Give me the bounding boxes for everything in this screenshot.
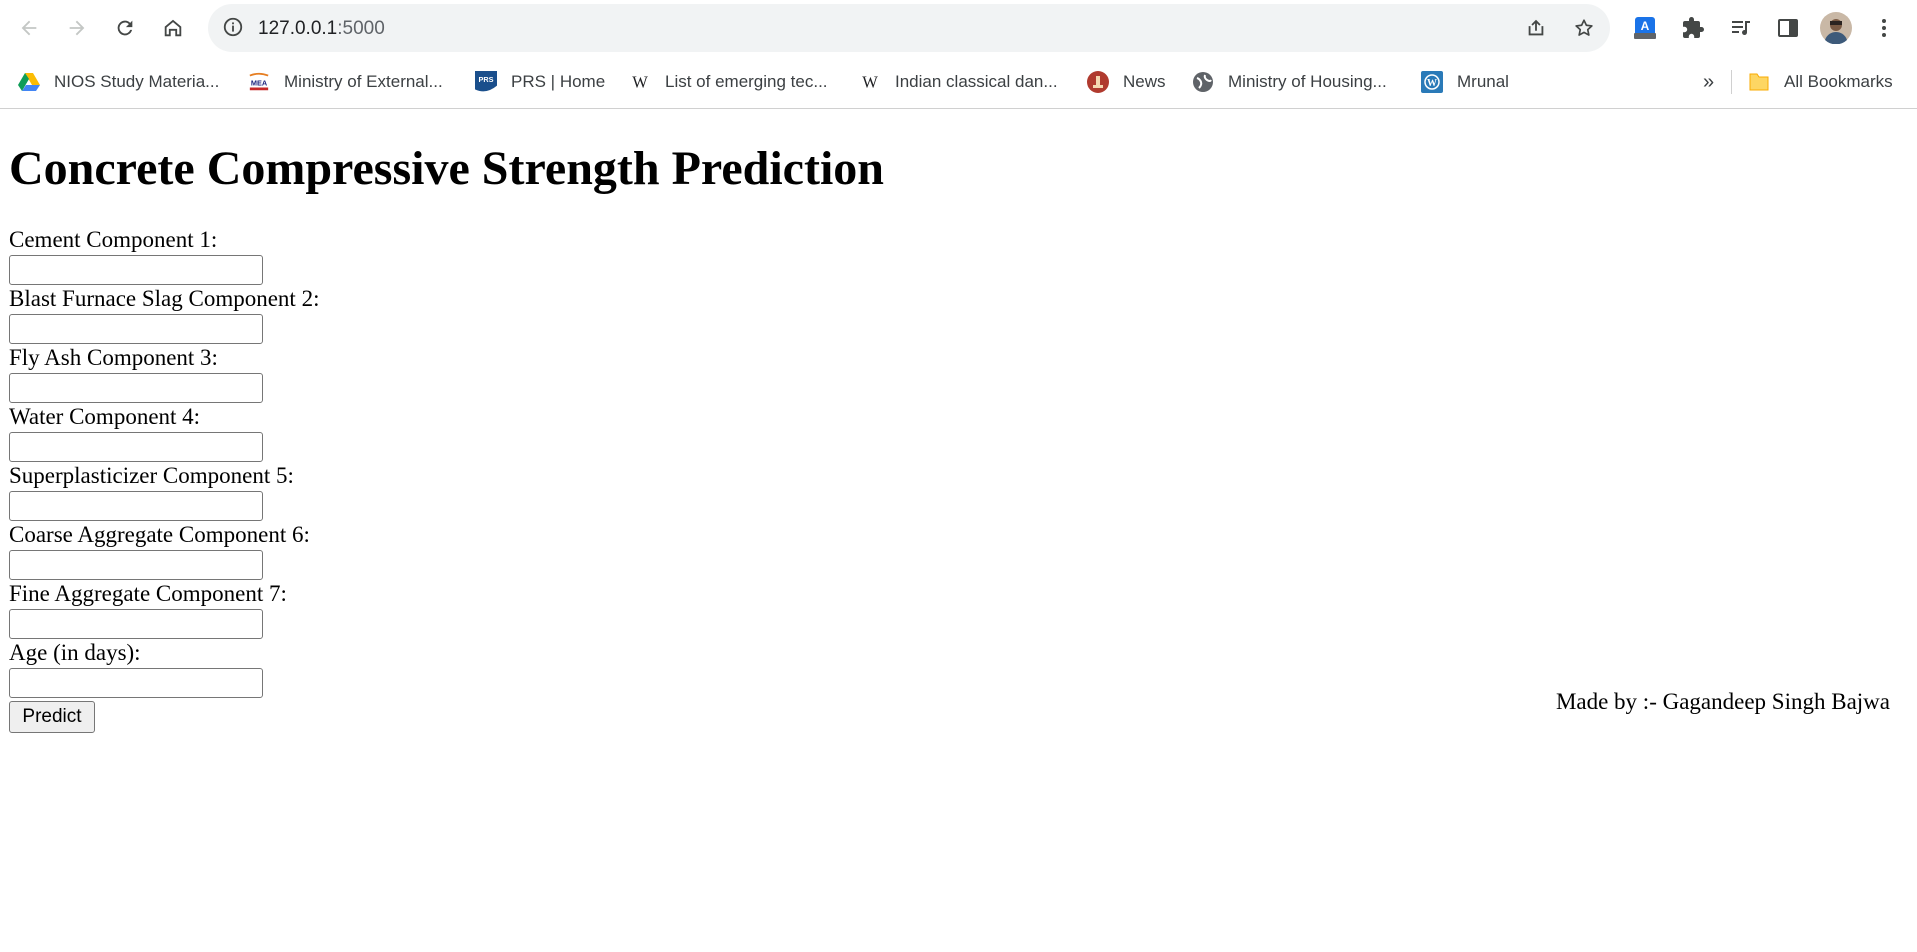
globe-icon xyxy=(1192,71,1214,93)
bookmark-news[interactable]: News xyxy=(1087,68,1166,96)
cement-input[interactable] xyxy=(9,255,263,285)
bookmark-label: List of emerging tec... xyxy=(665,72,828,91)
bookmark-label: Mrunal xyxy=(1457,72,1509,91)
age-label: Age (in days): xyxy=(9,640,141,665)
coarse-aggregate-label: Coarse Aggregate Component 6: xyxy=(9,522,310,547)
bookmark-mrunal[interactable]: W Mrunal xyxy=(1421,68,1509,96)
url-port: :5000 xyxy=(337,18,385,39)
extensions-puzzle-icon[interactable] xyxy=(1679,14,1707,42)
back-button[interactable] xyxy=(11,10,47,46)
mea-icon: MEA xyxy=(248,71,270,93)
profile-avatar[interactable] xyxy=(1820,12,1852,44)
bookmarks-divider xyxy=(1731,70,1732,94)
fine-aggregate-label: Fine Aggregate Component 7: xyxy=(9,581,287,606)
wikipedia-icon: W xyxy=(629,71,651,93)
svg-text:A: A xyxy=(1641,19,1650,33)
bookmark-label: NIOS Study Materia... xyxy=(54,72,220,91)
forward-button[interactable] xyxy=(59,10,95,46)
google-drive-icon xyxy=(18,71,40,93)
bookmark-star-icon[interactable] xyxy=(1572,16,1596,40)
bookmarks-bar: NIOS Study Materia... MEA Ministry of Ex… xyxy=(0,56,1917,109)
svg-text:MEA: MEA xyxy=(251,79,268,88)
reload-button[interactable] xyxy=(107,10,143,46)
wikipedia-icon: W xyxy=(859,71,881,93)
bookmark-label: PRS | Home xyxy=(511,72,606,91)
author-credit: Made by :- Gagandeep Singh Bajwa xyxy=(1555,689,1890,714)
page-title: Concrete Compressive Strength Prediction xyxy=(9,142,884,195)
bookmark-housing[interactable]: Ministry of Housing... xyxy=(1192,68,1387,96)
bookmark-nios[interactable]: NIOS Study Materia... xyxy=(18,68,219,96)
fine-aggregate-input[interactable] xyxy=(9,609,263,639)
all-bookmarks-label: All Bookmarks xyxy=(1784,72,1893,91)
share-icon[interactable] xyxy=(1524,16,1548,40)
address-bar[interactable]: 127.0.0.1:5000 xyxy=(208,4,1610,52)
bookmark-mea[interactable]: MEA Ministry of External... xyxy=(248,68,443,96)
wordpress-icon: W xyxy=(1421,71,1443,93)
bookmark-label: News xyxy=(1123,72,1166,91)
bookmark-label: Ministry of External... xyxy=(284,72,443,91)
folder-icon xyxy=(1748,71,1770,93)
browser-toolbar: 127.0.0.1:5000 A xyxy=(0,0,1917,56)
news-emblem-icon xyxy=(1087,71,1109,93)
overflow-chevron-icon: » xyxy=(1703,70,1715,93)
home-button[interactable] xyxy=(155,10,191,46)
translate-extension-icon[interactable]: A xyxy=(1631,14,1659,42)
superplasticizer-label: Superplasticizer Component 5: xyxy=(9,463,294,488)
prs-icon: PRS xyxy=(475,71,497,93)
reload-icon xyxy=(117,20,133,36)
svg-text:W: W xyxy=(1427,78,1437,89)
cement-label: Cement Component 1: xyxy=(9,227,218,252)
coarse-aggregate-input[interactable] xyxy=(9,550,263,580)
svg-text:W: W xyxy=(862,73,878,92)
blast-furnace-slag-input[interactable] xyxy=(9,314,263,344)
arrow-left-icon xyxy=(21,20,37,36)
side-panel-icon[interactable] xyxy=(1774,14,1802,42)
media-queue-icon[interactable] xyxy=(1727,14,1755,42)
svg-text:W: W xyxy=(632,73,648,92)
blast-furnace-slag-label: Blast Furnace Slag Component 2: xyxy=(9,286,320,311)
water-label: Water Component 4: xyxy=(9,404,201,429)
page-content: Concrete Compressive Strength Prediction… xyxy=(0,109,1917,952)
predict-button[interactable]: Predict xyxy=(9,701,95,733)
arrow-right-icon xyxy=(69,20,85,36)
url-text[interactable]: 127.0.0.1:5000 xyxy=(258,18,385,40)
home-icon xyxy=(164,19,182,37)
url-host: 127.0.0.1 xyxy=(258,18,338,39)
age-input[interactable] xyxy=(9,668,263,698)
site-info-icon[interactable] xyxy=(222,16,244,43)
bookmark-label: Indian classical dan... xyxy=(895,72,1058,91)
bookmark-label: Ministry of Housing... xyxy=(1228,72,1387,91)
superplasticizer-input[interactable] xyxy=(9,491,263,521)
svg-text:PRS: PRS xyxy=(478,75,493,84)
fly-ash-label: Fly Ash Component 3: xyxy=(9,345,218,370)
fly-ash-input[interactable] xyxy=(9,373,263,403)
all-bookmarks-button[interactable]: All Bookmarks xyxy=(1748,68,1893,96)
bookmark-wiki-dance[interactable]: W Indian classical dan... xyxy=(859,68,1058,96)
bookmarks-overflow-button[interactable]: » xyxy=(1703,68,1714,96)
water-input[interactable] xyxy=(9,432,263,462)
bookmark-wiki-emerging[interactable]: W List of emerging tec... xyxy=(629,68,828,96)
browser-menu-icon[interactable] xyxy=(1870,14,1898,42)
bookmark-prs[interactable]: PRS PRS | Home xyxy=(475,68,605,96)
